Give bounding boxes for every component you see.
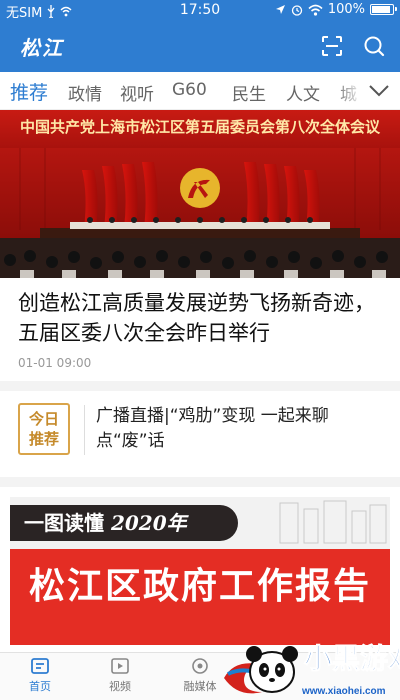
battery-fill xyxy=(372,6,390,13)
meeting-photo xyxy=(0,148,400,278)
tab-culture[interactable]: 人文 xyxy=(286,80,320,105)
search-icon[interactable] xyxy=(362,34,386,58)
nav-video-label: 视频 xyxy=(109,680,131,693)
app-header: 松江 xyxy=(0,20,400,72)
nav-home-label: 首页 xyxy=(29,680,51,693)
nav-home[interactable]: 首页 xyxy=(10,657,70,694)
status-bar: 无SIM 17:50 100% xyxy=(0,0,400,21)
tab-politics[interactable]: 政情 xyxy=(68,80,102,105)
category-tabs: 推荐 政情 视听 G60 民生 人文 城 xyxy=(0,72,400,110)
article-title[interactable]: 创造松江高质量发展逆势飞扬新奇迹，五届区委八次全会昨日举行 xyxy=(18,288,388,348)
location-icon xyxy=(275,5,285,14)
today-separator xyxy=(84,405,85,455)
section-divider-2 xyxy=(0,477,400,487)
report-main-text: 松江区政府工作报告 xyxy=(28,566,371,607)
wifi-icon xyxy=(308,4,323,16)
report-banner[interactable]: 一图读懂 2020年 松江区政府工作报告 xyxy=(10,497,390,645)
badge-line1: 今日 xyxy=(28,410,59,428)
tabs-fade xyxy=(334,72,364,109)
chevron-down-icon[interactable] xyxy=(368,84,390,98)
badge-line2: 推荐 xyxy=(28,430,59,448)
report-decoration xyxy=(279,500,387,544)
hero-image[interactable]: 中国共产党上海市松江区第五届委员会第八次全体会议 xyxy=(0,110,400,278)
battery-icon xyxy=(370,4,397,15)
watermark-url: www.xiaohei.com xyxy=(301,686,386,697)
tab-livelihood[interactable]: 民生 xyxy=(232,80,266,105)
alarm-icon xyxy=(291,4,302,16)
tab-video[interactable]: 视听 xyxy=(120,80,154,105)
report-pill-prefix: 一图读懂 xyxy=(24,511,104,535)
tab-g60[interactable]: G60 xyxy=(172,80,207,100)
tab-recommend[interactable]: 推荐 xyxy=(10,78,48,105)
battery-percent: 100% xyxy=(327,2,365,17)
status-right: 100% xyxy=(275,2,397,17)
today-recommend-text[interactable]: 广播直播|“鸡肋”变现 一起来聊点“废”话 xyxy=(96,404,386,454)
article-time: 01-01 09:00 xyxy=(18,356,92,370)
watermark-logo: 小黑游戏 www.xiaohei.com xyxy=(224,642,400,697)
nav-media-label: 融媒体 xyxy=(183,680,217,693)
media-icon xyxy=(192,658,208,674)
today-recommend-badge: 今日 推荐 xyxy=(18,403,70,455)
nav-video[interactable]: 视频 xyxy=(90,657,150,694)
report-pill-year: 2020年 xyxy=(110,511,187,535)
watermark-title: 小黑游戏 xyxy=(304,642,400,675)
scan-icon[interactable] xyxy=(320,34,344,58)
report-pill: 一图读懂 2020年 xyxy=(10,505,238,541)
app-logo[interactable]: 松江 xyxy=(20,32,64,61)
home-icon xyxy=(31,658,49,674)
video-icon xyxy=(111,658,129,674)
section-divider xyxy=(0,381,400,391)
